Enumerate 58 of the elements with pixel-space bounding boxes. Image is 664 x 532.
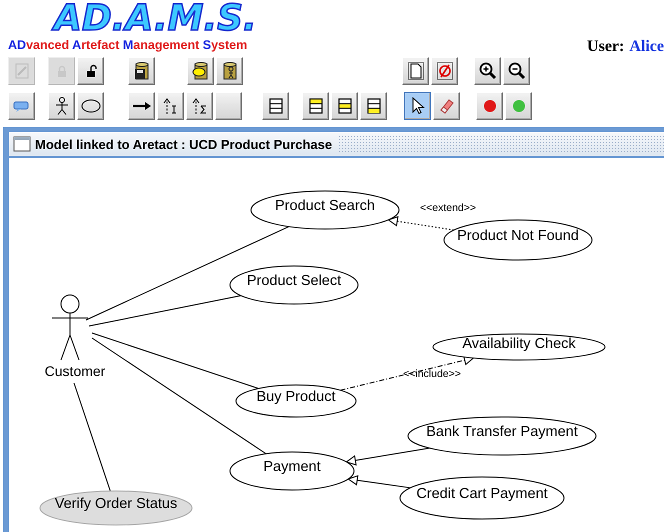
database-icon bbox=[190, 61, 210, 81]
app-subtitle: ADvanced Artefact Management System bbox=[8, 38, 248, 52]
zoom-out-button[interactable] bbox=[503, 57, 530, 85]
use-case-label: Product Search bbox=[275, 198, 375, 214]
ellipse-button[interactable] bbox=[77, 92, 104, 120]
dependency-button[interactable] bbox=[157, 92, 184, 120]
use-case-label: Availability Check bbox=[462, 336, 576, 352]
use-case-label: Buy Product bbox=[256, 389, 336, 405]
zoom-in-icon bbox=[478, 61, 498, 81]
panel-title: Model linked to Aretact : UCD Product Purchase bbox=[35, 136, 334, 152]
eraser-button[interactable] bbox=[433, 92, 460, 120]
use-case-label: Bank Transfer Payment bbox=[426, 424, 578, 440]
list-button[interactable] bbox=[331, 92, 358, 120]
use-case-label: Product Not Found bbox=[457, 228, 579, 244]
play-button[interactable] bbox=[505, 92, 532, 120]
actor-button[interactable] bbox=[48, 92, 75, 120]
dependency-button[interactable] bbox=[186, 92, 213, 120]
database-button[interactable] bbox=[216, 57, 243, 85]
app-logo: AD.A.M.S. bbox=[54, 0, 257, 38]
tool-button[interactable] bbox=[215, 92, 242, 120]
use-case-ellipse[interactable] bbox=[432, 334, 606, 360]
use-case-ellipse[interactable] bbox=[40, 490, 192, 526]
unlock-button[interactable] bbox=[77, 57, 104, 85]
use-case-ellipse[interactable] bbox=[230, 266, 358, 304]
actor-figure bbox=[52, 294, 88, 360]
stereotype-label: <<extend>> bbox=[420, 202, 476, 214]
use-case-label: Payment bbox=[263, 459, 321, 475]
use-case-ellipse[interactable] bbox=[236, 384, 356, 418]
document-icon bbox=[406, 61, 426, 81]
use-case-label: Verify Order Status bbox=[54, 496, 178, 512]
zoom-out-icon bbox=[506, 61, 526, 81]
user-name: Alice bbox=[629, 38, 664, 56]
use-case-ellipse[interactable] bbox=[250, 190, 400, 230]
database-button[interactable] bbox=[187, 57, 214, 85]
document-button[interactable] bbox=[402, 57, 429, 85]
use-case-ellipse[interactable] bbox=[444, 220, 592, 260]
list-button[interactable] bbox=[302, 92, 329, 120]
record-button[interactable] bbox=[476, 92, 503, 120]
user-label: User: bbox=[587, 38, 624, 56]
actor-label: Customer bbox=[44, 363, 106, 379]
pointer-button[interactable] bbox=[404, 92, 431, 120]
window-icon bbox=[13, 136, 31, 152]
use-case-ellipse[interactable] bbox=[230, 452, 354, 490]
use-case-ellipse[interactable] bbox=[408, 416, 596, 456]
stereotype-label: <<include>> bbox=[403, 368, 461, 380]
list-button[interactable] bbox=[360, 92, 387, 120]
empty-set-icon bbox=[434, 61, 454, 81]
arrow-button[interactable] bbox=[128, 92, 155, 120]
use-case-ellipse[interactable] bbox=[400, 476, 564, 520]
save-button[interactable] bbox=[128, 57, 155, 85]
generalization-arrow bbox=[347, 475, 411, 488]
extend-arrow bbox=[387, 216, 454, 231]
use-case-label: Credit Cart Payment bbox=[416, 486, 548, 502]
use-case-label: Product Select bbox=[246, 273, 342, 289]
comment-button[interactable] bbox=[8, 92, 35, 120]
clear-button[interactable] bbox=[431, 57, 458, 85]
zoom-in-button[interactable] bbox=[474, 57, 501, 85]
list-button[interactable] bbox=[262, 92, 289, 120]
